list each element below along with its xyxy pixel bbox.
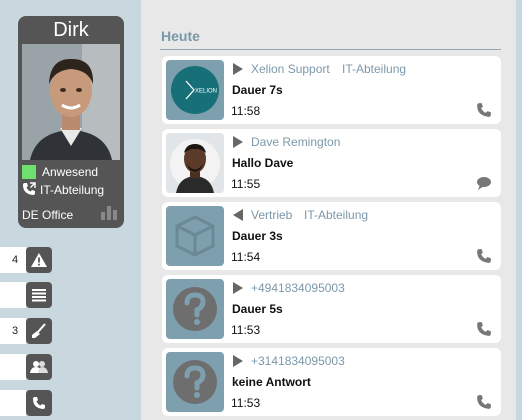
call-item[interactable]: Dave Remington Hallo Dave 11:55	[162, 129, 501, 197]
question-icon	[166, 352, 224, 412]
phone-icon[interactable]	[476, 321, 492, 337]
chat-icon[interactable]	[476, 175, 492, 191]
profile-name: Dirk	[53, 19, 89, 41]
list-icon[interactable]	[26, 282, 52, 308]
heading-divider	[160, 49, 501, 50]
contact-name[interactable]: +3141834095003	[251, 354, 345, 368]
outgoing-arrow-icon	[232, 281, 244, 294]
call-title: Dauer 7s	[232, 83, 283, 97]
phone-icon[interactable]	[476, 102, 492, 118]
contact-name[interactable]: Vertrieb	[251, 208, 292, 222]
call-time: 11:54	[231, 250, 261, 264]
phone-forward-icon	[22, 181, 36, 199]
outgoing-arrow-icon	[232, 62, 244, 75]
sidebar-item-cleanup[interactable]: 3	[0, 318, 52, 344]
incoming-arrow-icon	[232, 208, 244, 221]
box-icon	[166, 206, 224, 266]
profile-photo	[22, 44, 120, 160]
sidebar-item-list[interactable]	[0, 282, 52, 308]
call-title: keine Antwort	[232, 375, 311, 389]
calls-count	[0, 390, 26, 416]
people-icon[interactable]	[26, 354, 52, 380]
warnings-count: 4	[0, 247, 26, 273]
call-item[interactable]: Vertrieb IT-Abteilung Dauer 3s 11:54	[162, 202, 501, 270]
call-title: Hallo Dave	[232, 156, 294, 170]
contact-name[interactable]: Dave Remington	[251, 135, 340, 149]
outgoing-arrow-icon	[232, 135, 244, 148]
person-photo	[166, 133, 224, 193]
sidebar-item-contacts[interactable]	[0, 354, 52, 380]
stats-icon[interactable]	[101, 206, 119, 220]
question-icon	[166, 279, 224, 339]
sidebar-item-warnings[interactable]: 4	[0, 247, 52, 273]
cleanup-count: 3	[0, 318, 26, 344]
call-title: Dauer 3s	[232, 229, 283, 243]
sidebar-item-calls[interactable]	[0, 390, 52, 416]
status-indicator	[22, 165, 36, 179]
call-item[interactable]: +4941834095003 Dauer 5s 11:53	[162, 275, 501, 343]
outgoing-arrow-icon	[232, 354, 244, 367]
broom-icon[interactable]	[26, 318, 52, 344]
section-heading: Heute	[161, 28, 200, 44]
phone-icon[interactable]	[26, 390, 52, 416]
call-time: 11:53	[231, 396, 261, 410]
contact-department: IT-Abteilung	[304, 208, 369, 222]
status-row[interactable]: Anwesend	[22, 164, 98, 180]
department-row: IT-Abteilung	[22, 181, 105, 199]
list-count	[0, 282, 26, 308]
call-item[interactable]: XELION Xelion Support IT-Abteilung Dauer…	[162, 56, 501, 124]
call-title: Dauer 5s	[232, 302, 283, 316]
svg-text:XELION: XELION	[195, 89, 217, 95]
contact-name[interactable]: +4941834095003	[251, 281, 345, 295]
call-item[interactable]: +3141834095003 keine Antwort 11:53	[162, 348, 501, 416]
department-label: IT-Abteilung	[40, 183, 105, 197]
contacts-count	[0, 354, 26, 380]
contact-name[interactable]: Xelion Support	[251, 62, 330, 76]
phone-icon[interactable]	[476, 248, 492, 264]
call-time: 11:58	[231, 104, 261, 118]
call-time: 11:53	[231, 323, 261, 337]
scrollbar[interactable]	[516, 0, 522, 420]
warning-icon[interactable]	[26, 247, 52, 273]
profile-card[interactable]: Dirk Anwesend IT-Abteilung DE Office	[18, 16, 124, 228]
xelion-logo: XELION	[166, 60, 224, 120]
phone-icon[interactable]	[476, 394, 492, 410]
contact-department: IT-Abteilung	[342, 62, 407, 76]
office-label: DE Office	[22, 208, 74, 222]
call-time: 11:55	[231, 177, 261, 191]
status-label: Anwesend	[42, 165, 99, 179]
